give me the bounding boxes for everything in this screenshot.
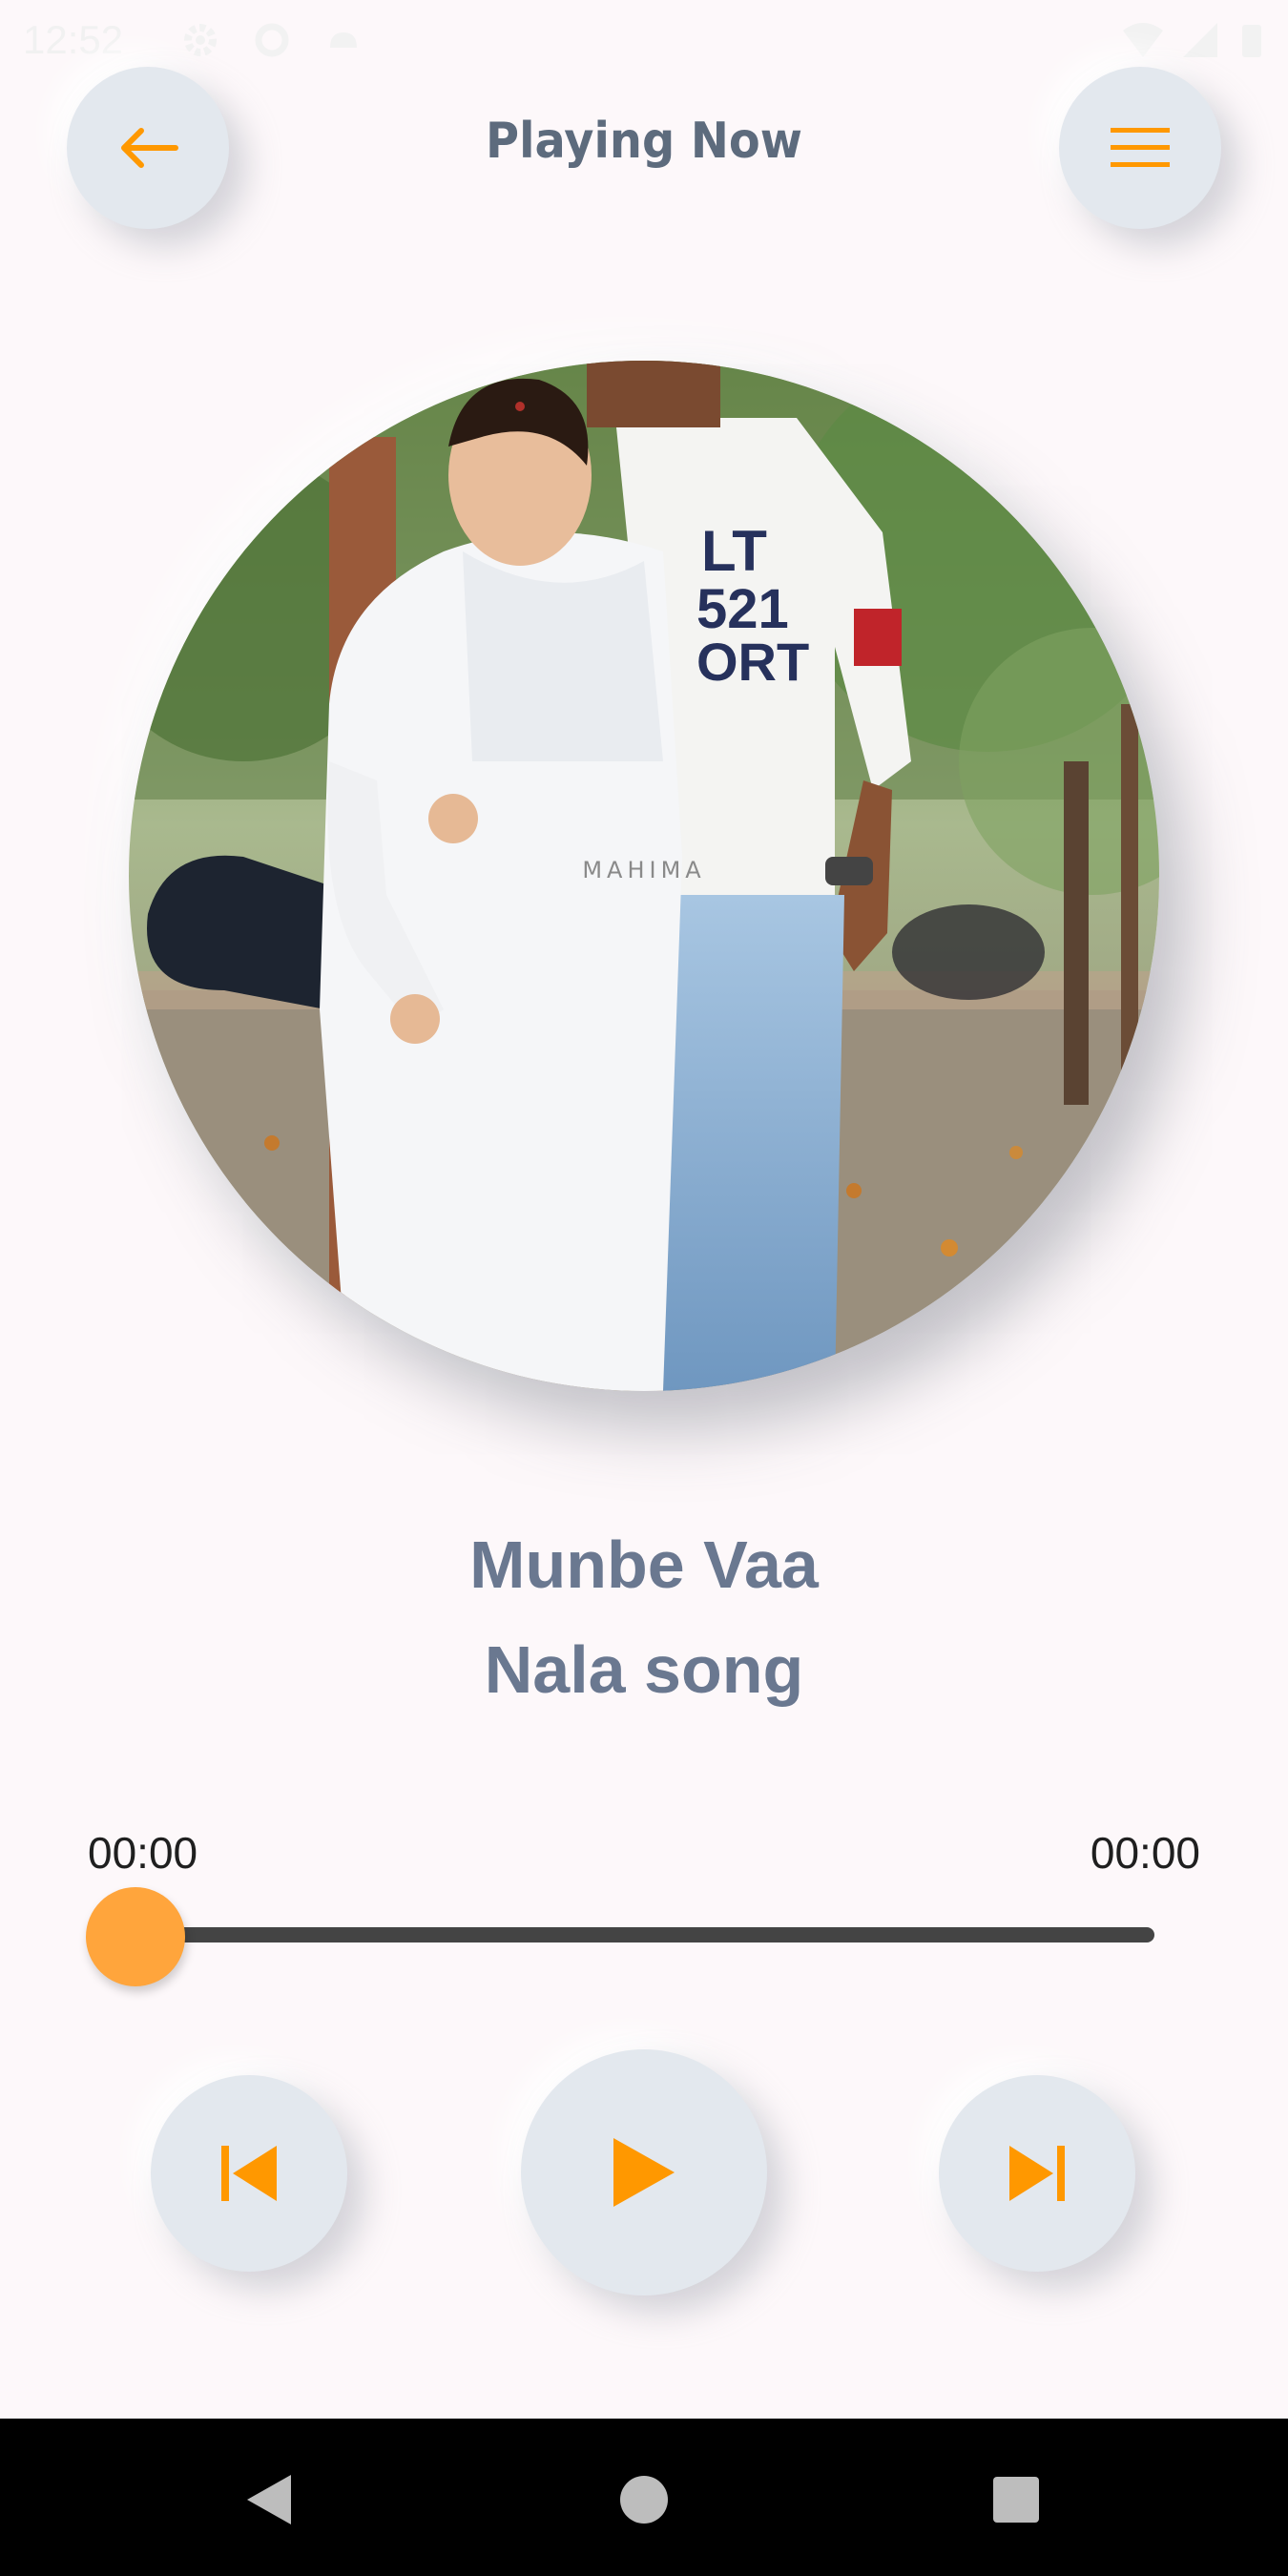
recents-square-icon xyxy=(993,2477,1039,2523)
seek-bar[interactable] xyxy=(134,1927,1154,1942)
wifi-icon xyxy=(1121,21,1163,59)
svg-text:LT: LT xyxy=(701,519,767,583)
music-player-screen: 12:52 Playing Now LT 521 ORT MAHIMA Munb… xyxy=(0,0,1288,2576)
menu-button[interactable] xyxy=(1059,67,1221,229)
song-subtitle: Nala song xyxy=(484,1632,804,1707)
status-bar: 12:52 xyxy=(0,0,1288,76)
previous-button[interactable] xyxy=(151,2075,347,2272)
play-button[interactable] xyxy=(521,2049,767,2296)
total-duration: 00:00 xyxy=(1090,1828,1200,1878)
album-watermark: MAHIMA xyxy=(582,857,705,883)
navigation-bar xyxy=(0,2419,1288,2576)
next-button[interactable] xyxy=(939,2075,1135,2272)
home-circle-icon xyxy=(620,2476,668,2524)
data-saver-icon xyxy=(253,21,291,59)
battery-icon xyxy=(1240,21,1263,59)
elapsed-time: 00:00 xyxy=(88,1828,198,1878)
svg-text:ORT: ORT xyxy=(696,632,809,692)
skip-next-icon xyxy=(1009,2146,1065,2201)
back-triangle-icon xyxy=(247,2475,291,2524)
album-photo: LT 521 ORT MAHIMA xyxy=(129,361,1159,1391)
hamburger-menu-icon xyxy=(1111,128,1170,167)
signal-icon xyxy=(1181,21,1219,59)
nav-home-button[interactable] xyxy=(611,2466,677,2533)
song-title: Munbe Vaa xyxy=(469,1527,819,1602)
play-icon xyxy=(613,2138,675,2207)
skip-previous-icon xyxy=(221,2146,277,2201)
status-time: 12:52 xyxy=(23,17,124,62)
seek-thumb[interactable] xyxy=(86,1887,185,1986)
nav-back-button[interactable] xyxy=(237,2466,303,2533)
android-icon xyxy=(324,21,363,59)
album-art: LT 521 ORT MAHIMA xyxy=(129,361,1159,1391)
nav-recents-button[interactable] xyxy=(983,2466,1049,2533)
settings-icon xyxy=(181,21,219,59)
